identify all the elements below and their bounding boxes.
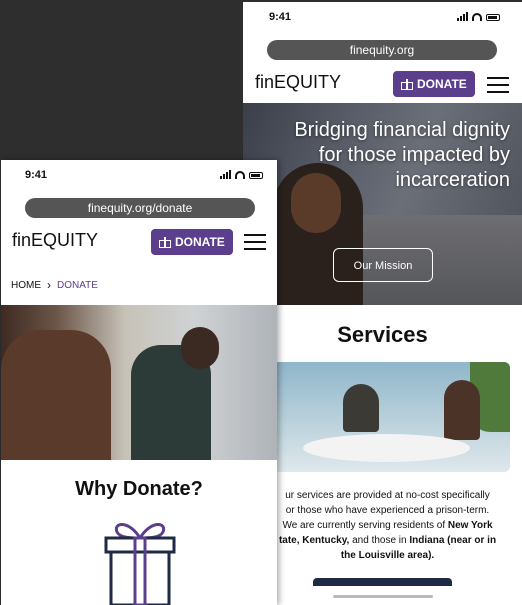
gift-icon xyxy=(401,78,413,90)
bottom-button[interactable] xyxy=(313,578,452,586)
donate-label: DONATE xyxy=(175,235,225,249)
chevron-right-icon: › xyxy=(47,278,51,292)
hero-title-line: incarceration xyxy=(395,169,510,191)
why-donate-heading: Why Donate? xyxy=(75,478,203,500)
services-text-line: ur services are provided at no-cost spec… xyxy=(285,490,490,501)
services-text-bold: Indiana (near or in xyxy=(409,535,497,546)
donate-page-phone: 9:41 finequity.org/donate finEQUITY DONA… xyxy=(1,160,277,605)
breadcrumb: HOME › DONATE xyxy=(11,278,98,292)
url-bar[interactable]: finequity.org/donate xyxy=(25,198,255,218)
battery-icon xyxy=(486,14,500,21)
photo-person xyxy=(343,384,379,432)
hero-title-line: for those impacted by xyxy=(318,144,510,166)
menu-icon[interactable] xyxy=(244,234,266,250)
navbar: finEQUITY DONATE xyxy=(1,222,277,262)
services-text-bold: the Louisville area). xyxy=(340,550,435,561)
url-bar[interactable]: finequity.org xyxy=(267,40,497,60)
gift-box-icon xyxy=(104,523,176,605)
services-text-bold: New York xyxy=(447,520,493,531)
services-photo xyxy=(273,362,510,472)
status-time: 9:41 xyxy=(25,169,48,181)
status-bar: 9:41 xyxy=(1,160,277,190)
our-mission-button[interactable]: Our Mission xyxy=(333,248,433,282)
menu-icon[interactable] xyxy=(487,77,509,93)
services-text-line: We are currently serving residents of xyxy=(282,520,448,531)
donate-button[interactable]: DONATE xyxy=(393,71,475,97)
donate-hero-photo xyxy=(1,305,277,460)
donate-button[interactable]: DONATE xyxy=(151,229,233,255)
services-description: ur services are provided at no-cost spec… xyxy=(268,488,507,563)
services-heading: Services xyxy=(337,322,428,347)
breadcrumb-home[interactable]: HOME xyxy=(11,280,41,291)
status-time: 9:41 xyxy=(269,11,292,23)
services-text-line: or those who have experienced a prison-t… xyxy=(285,505,490,516)
navbar: finEQUITY DONATE xyxy=(243,64,522,104)
photo-person xyxy=(444,380,480,440)
brand-logo[interactable]: finEQUITY xyxy=(12,230,98,251)
gift-icon xyxy=(159,236,171,248)
status-icons xyxy=(220,170,263,179)
hero-banner: Bridging financial dignity for those imp… xyxy=(243,103,522,305)
brand-logo[interactable]: finEQUITY xyxy=(255,72,341,93)
signal-icon xyxy=(220,170,231,179)
donate-label: DONATE xyxy=(417,77,467,91)
home-indicator[interactable] xyxy=(333,595,433,598)
status-bar: 9:41 xyxy=(243,2,522,32)
wifi-icon xyxy=(472,13,482,21)
photo-table xyxy=(303,434,470,462)
wifi-icon xyxy=(235,171,245,179)
breadcrumb-current: DONATE xyxy=(57,279,98,291)
photo-head xyxy=(181,327,219,369)
signal-icon xyxy=(457,12,468,21)
battery-icon xyxy=(249,172,263,179)
home-page-phone: 9:41 finequity.org finEQUITY DONATE Brid… xyxy=(243,2,522,605)
photo-person xyxy=(1,330,111,460)
status-icons xyxy=(457,12,500,21)
hero-title: Bridging financial dignity for those imp… xyxy=(250,118,510,193)
hero-title-line: Bridging financial dignity xyxy=(294,119,510,141)
services-text-line: and those in xyxy=(349,535,410,546)
services-text-bold: tate, Kentucky, xyxy=(278,535,350,546)
